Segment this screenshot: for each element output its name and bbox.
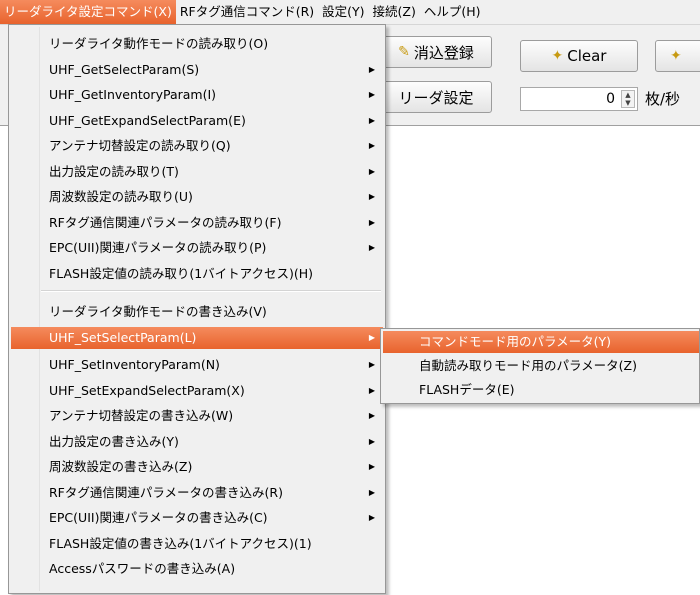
menu-item-write-operation-mode[interactable]: リーダライタ動作モードの書き込み(V)	[11, 301, 383, 323]
edit-icon: ✎	[398, 44, 410, 60]
submenu-item-auto-read-mode-params[interactable]: 自動読み取りモード用のパラメータ(Z)	[383, 355, 699, 377]
menu-item-label: UHF_SetExpandSelectParam(X)	[49, 383, 245, 398]
menu-item-label: EPC(UII)関連パラメータの書き込み(C)	[49, 510, 268, 525]
clear-button-2[interactable]: ✦	[655, 40, 700, 72]
menu-item-label: UHF_SetInventoryParam(N)	[49, 357, 220, 372]
submenu-item-command-mode-params[interactable]: コマンドモード用のパラメータ(Y)	[383, 331, 699, 353]
menu-item-read-frequency[interactable]: 周波数設定の読み取り(U) ▶	[11, 186, 383, 208]
clear-button[interactable]: ✦ Clear	[520, 40, 638, 72]
menu-item-label: Accessパスワードの書き込み(A)	[49, 561, 236, 576]
menu-item-get-select-param[interactable]: UHF_GetSelectParam(S) ▶	[11, 59, 383, 81]
reader-settings-button[interactable]: リーダ設定	[380, 81, 492, 113]
menu-item-read-flash-settings[interactable]: FLASH設定値の読み取り(1バイトアクセス)(H)	[11, 263, 383, 285]
menu-item-write-antenna-switch[interactable]: アンテナ切替設定の書き込み(W) ▶	[11, 405, 383, 427]
submenu-arrow-icon: ▶	[368, 167, 375, 176]
submenu-arrow-icon: ▶	[368, 411, 375, 420]
submenu-arrow-icon: ▶	[368, 513, 375, 522]
rate-unit-label: 枚/秒	[645, 90, 681, 108]
submenu-item-label: コマンドモード用のパラメータ(Y)	[419, 334, 612, 349]
menu-item-read-operation-mode[interactable]: リーダライタ動作モードの読み取り(O)	[11, 33, 383, 55]
menu-bar: リーダライタ設定コマンド(X) RFタグ通信コマンド(R) 設定(Y) 接続(Z…	[0, 0, 700, 25]
reader-writer-settings-dropdown: リーダライタ動作モードの読み取り(O) UHF_GetSelectParam(S…	[8, 24, 386, 594]
menu-item-label: 周波数設定の書き込み(Z)	[49, 459, 193, 474]
submenu-arrow-icon: ▶	[368, 386, 375, 395]
menu-item-set-inventory-param[interactable]: UHF_SetInventoryParam(N) ▶	[11, 354, 383, 376]
menu-item-set-select-param[interactable]: UHF_SetSelectParam(L) ▶	[11, 327, 383, 349]
menu-item-label: アンテナ切替設定の読み取り(Q)	[49, 138, 231, 153]
menu-item-get-inventory-param[interactable]: UHF_GetInventoryParam(I) ▶	[11, 84, 383, 106]
menu-item-get-expand-select-param[interactable]: UHF_GetExpandSelectParam(E) ▶	[11, 110, 383, 132]
menu-item-write-flash-settings[interactable]: FLASH設定値の書き込み(1バイトアクセス)(1)	[11, 533, 383, 555]
menu-item-label: UHF_GetExpandSelectParam(E)	[49, 113, 246, 128]
submenu-arrow-icon: ▶	[368, 437, 375, 446]
broom-icon: ✦	[670, 48, 682, 64]
submenu-item-label: 自動読み取りモード用のパラメータ(Z)	[419, 358, 637, 373]
submenu-arrow-icon: ▶	[368, 90, 375, 99]
menu-item-label: UHF_SetSelectParam(L)	[49, 330, 197, 345]
menu-item-label: FLASH設定値の書き込み(1バイトアクセス)(1)	[49, 536, 312, 551]
menu-item-write-frequency[interactable]: 周波数設定の書き込み(Z) ▶	[11, 456, 383, 478]
set-select-param-submenu: コマンドモード用のパラメータ(Y) 自動読み取りモード用のパラメータ(Z) FL…	[380, 328, 700, 404]
menu-item-label: 出力設定の書き込み(Y)	[49, 434, 179, 449]
menu-item-set-expand-select-param[interactable]: UHF_SetExpandSelectParam(X) ▶	[11, 380, 383, 402]
submenu-arrow-icon: ▶	[368, 65, 375, 74]
menu-item-label: 周波数設定の読み取り(U)	[49, 189, 193, 204]
submenu-arrow-icon: ▶	[368, 360, 375, 369]
menu-item-label: UHF_GetInventoryParam(I)	[49, 87, 217, 102]
menu-item-label: 出力設定の読み取り(T)	[49, 164, 179, 179]
erase-register-label: 消込登録	[413, 43, 474, 62]
menu-item-label: リーダライタ動作モードの書き込み(V)	[49, 304, 267, 319]
broom-icon: ✦	[551, 48, 564, 64]
submenu-arrow-icon: ▶	[368, 141, 375, 150]
submenu-arrow-icon: ▶	[368, 243, 375, 252]
menu-help[interactable]: ヘルプ(H)	[420, 0, 485, 24]
menu-item-read-epc-params[interactable]: EPC(UII)関連パラメータの読み取り(P) ▶	[11, 237, 383, 259]
menu-rf-tag-commands[interactable]: RFタグ通信コマンド(R)	[176, 0, 318, 24]
menu-item-label: RFタグ通信関連パラメータの書き込み(R)	[49, 485, 283, 500]
spinner-arrows-icon[interactable]: ▲ ▼	[621, 90, 635, 108]
menu-item-read-rf-tag-params[interactable]: RFタグ通信関連パラメータの読み取り(F) ▶	[11, 212, 383, 234]
menu-item-read-antenna-switch[interactable]: アンテナ切替設定の読み取り(Q) ▶	[11, 135, 383, 157]
menu-item-label: UHF_GetSelectParam(S)	[49, 62, 200, 77]
menu-settings[interactable]: 設定(Y)	[318, 0, 368, 24]
submenu-arrow-icon: ▶	[368, 333, 375, 342]
menu-item-label: FLASH設定値の読み取り(1バイトアクセス)(H)	[49, 266, 314, 281]
submenu-item-flash-data[interactable]: FLASHデータ(E)	[383, 379, 699, 401]
submenu-arrow-icon: ▶	[368, 218, 375, 227]
menu-item-write-access-password[interactable]: Accessパスワードの書き込み(A)	[11, 558, 383, 580]
reader-settings-label: リーダ設定	[398, 88, 474, 107]
erase-register-button[interactable]: ✎ 消込登録	[380, 36, 492, 68]
menu-connect[interactable]: 接続(Z)	[369, 0, 420, 24]
submenu-item-label: FLASHデータ(E)	[419, 382, 515, 397]
clear-label: Clear	[567, 47, 607, 65]
submenu-arrow-icon: ▶	[368, 462, 375, 471]
menu-reader-writer-settings[interactable]: リーダライタ設定コマンド(X)	[0, 0, 176, 24]
menu-item-write-output-settings[interactable]: 出力設定の書き込み(Y) ▶	[11, 431, 383, 453]
submenu-arrow-icon: ▶	[368, 192, 375, 201]
menu-item-write-epc-params[interactable]: EPC(UII)関連パラメータの書き込み(C) ▶	[11, 507, 383, 529]
submenu-arrow-icon: ▶	[368, 488, 375, 497]
rate-value: 0	[606, 91, 615, 107]
menu-item-label: リーダライタ動作モードの読み取り(O)	[49, 36, 269, 51]
menu-item-label: RFタグ通信関連パラメータの読み取り(F)	[49, 215, 282, 230]
menu-item-write-rf-tag-params[interactable]: RFタグ通信関連パラメータの書き込み(R) ▶	[11, 482, 383, 504]
menu-item-read-output-settings[interactable]: 出力設定の読み取り(T) ▶	[11, 161, 383, 183]
rate-spinner[interactable]: 0 ▲ ▼	[520, 87, 638, 111]
menu-item-label: アンテナ切替設定の書き込み(W)	[49, 408, 234, 423]
menu-item-label: EPC(UII)関連パラメータの読み取り(P)	[49, 240, 267, 255]
menu-separator	[41, 290, 381, 292]
submenu-arrow-icon: ▶	[368, 116, 375, 125]
